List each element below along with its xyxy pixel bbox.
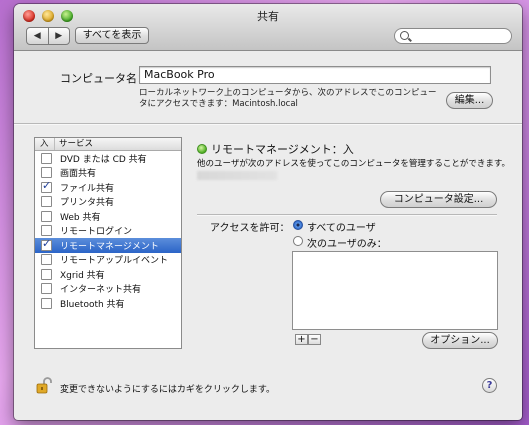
divider <box>14 123 522 125</box>
radio-only-users-label: 次のユーザのみ： <box>307 239 387 250</box>
service-label: リモートマネージメント <box>60 241 159 252</box>
add-user-button[interactable]: + <box>295 334 308 345</box>
service-label: Xgrid 共有 <box>60 270 105 281</box>
allowed-users-list[interactable] <box>292 251 498 330</box>
service-checkbox[interactable] <box>41 225 52 237</box>
service-label: ファイル共有 <box>60 183 115 194</box>
service-status: リモートマネージメント：入 <box>211 143 354 156</box>
services-header: 入 サービス <box>35 138 181 151</box>
service-label: リモートアップルイベント <box>60 256 169 267</box>
back-forward-control: ◀ ▶ <box>26 27 70 45</box>
service-row[interactable]: リモートアップルイベント <box>35 253 181 268</box>
service-checkbox[interactable] <box>41 210 52 222</box>
lock-icon[interactable] <box>36 376 52 394</box>
column-service-header[interactable]: サービス <box>55 138 93 150</box>
service-label: Web 共有 <box>60 212 101 223</box>
service-label: Bluetooth 共有 <box>60 299 125 310</box>
service-row[interactable]: Bluetooth 共有 <box>35 296 181 311</box>
options-button[interactable]: オプション... <box>422 332 498 349</box>
radio-all-users-label: すべてのユーザ <box>307 223 376 234</box>
service-label: 画面共有 <box>60 169 97 180</box>
radio-all-users[interactable] <box>293 220 303 230</box>
service-checkbox[interactable] <box>41 196 52 208</box>
detail-divider <box>197 214 497 216</box>
search-icon <box>400 31 409 40</box>
service-row[interactable]: インターネット共有 <box>35 282 181 297</box>
service-checkbox[interactable] <box>41 152 52 164</box>
computer-name-input[interactable]: MacBook Pro <box>139 66 491 84</box>
service-label: DVD または CD 共有 <box>60 154 147 165</box>
edit-button[interactable]: 編集... <box>446 92 493 109</box>
service-row[interactable]: 画面共有 <box>35 166 181 181</box>
service-label: インターネット共有 <box>60 285 142 296</box>
back-button[interactable]: ◀ <box>27 28 49 44</box>
show-all-button[interactable]: すべてを表示 <box>75 27 149 44</box>
service-label: プリンタ共有 <box>60 198 115 209</box>
sharing-window: 共有 ◀ ▶ すべてを表示 コンピュータ名： MacBook Pro ローカルネ… <box>14 4 522 420</box>
service-checkbox[interactable] <box>41 237 52 251</box>
service-row[interactable]: Web 共有 <box>35 209 181 224</box>
computer-name-label: コンピュータ名： <box>60 72 148 85</box>
computer-settings-button[interactable]: コンピュータ設定... <box>380 191 497 208</box>
service-checkbox[interactable] <box>41 179 52 193</box>
column-on-header[interactable]: 入 <box>35 138 55 150</box>
services-list: 入 サービス DVD または CD 共有画面共有ファイル共有プリンタ共有 Web … <box>34 137 182 349</box>
search-field[interactable] <box>394 28 512 44</box>
address-blurred <box>197 171 277 180</box>
service-checkbox[interactable] <box>41 297 52 309</box>
service-checkbox[interactable] <box>41 283 52 295</box>
service-row[interactable]: プリンタ共有 <box>35 195 181 210</box>
status-on-icon <box>197 144 207 154</box>
service-checkbox[interactable] <box>41 268 52 280</box>
remove-user-button[interactable]: − <box>308 334 321 345</box>
lock-instructions: 変更できないようにするにはカギをクリックします。 <box>60 385 276 395</box>
help-button[interactable]: ? <box>482 378 497 393</box>
service-row[interactable]: Xgrid 共有 <box>35 267 181 282</box>
computer-address-note: ローカルネットワーク上のコンピュータから、次のアドレスでこのコンピュータにアクセ… <box>139 88 437 109</box>
service-row[interactable]: リモートマネージメント <box>35 237 181 253</box>
service-checkbox[interactable] <box>41 167 52 179</box>
access-label: アクセスを許可： <box>210 223 290 234</box>
service-description: 他のユーザが次のアドレスを使ってこのコンピュータを管理することができます。 <box>197 159 511 169</box>
service-row[interactable]: ファイル共有 <box>35 179 181 195</box>
forward-button[interactable]: ▶ <box>49 28 70 44</box>
title-bar: 共有 ◀ ▶ すべてを表示 <box>14 4 522 51</box>
service-row[interactable]: リモートログイン <box>35 224 181 239</box>
service-label: リモートログイン <box>60 227 133 238</box>
window-title: 共有 <box>257 10 279 23</box>
service-row[interactable]: DVD または CD 共有 <box>35 151 181 166</box>
radio-only-users[interactable] <box>293 236 303 246</box>
service-checkbox[interactable] <box>41 254 52 266</box>
